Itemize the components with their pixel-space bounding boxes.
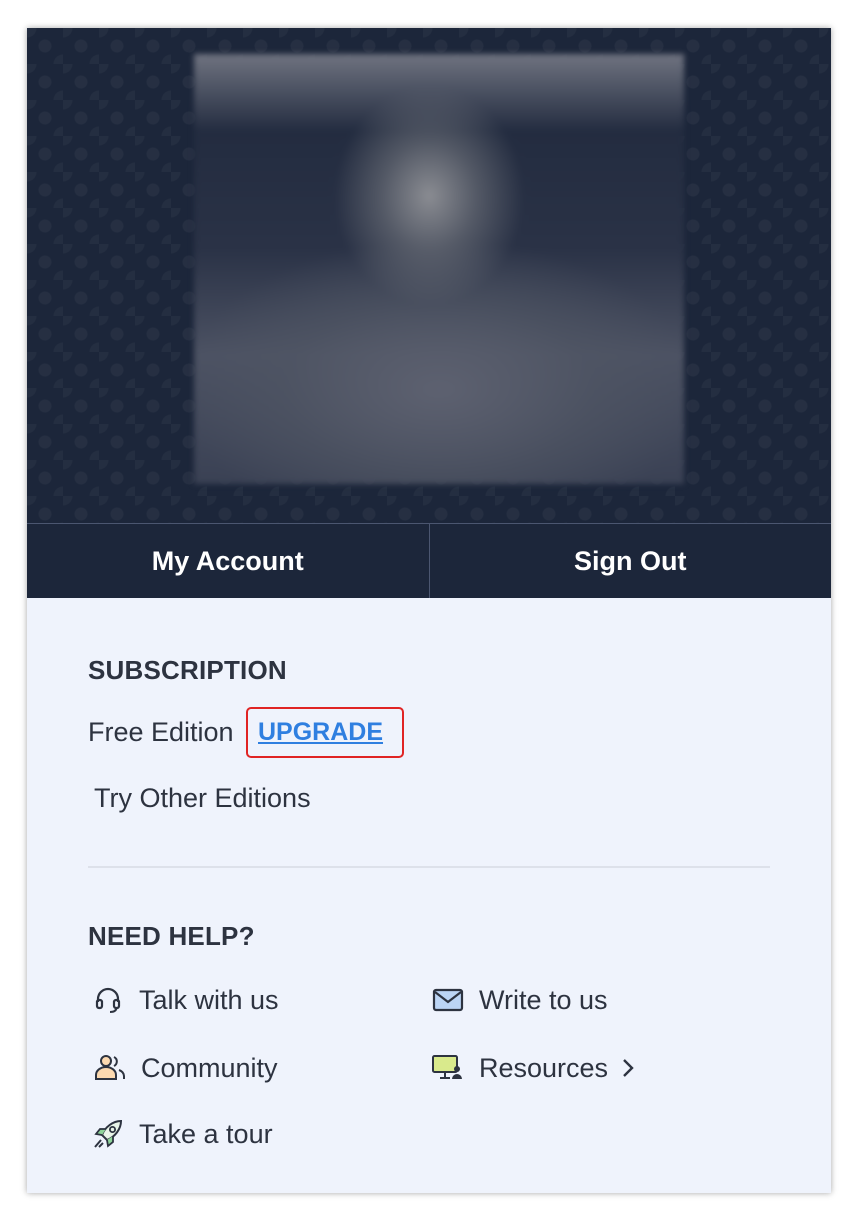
subscription-heading: SUBSCRIPTION [88, 655, 287, 685]
talk-with-us-label: Talk with us [139, 984, 279, 1015]
mail-icon [431, 983, 465, 1017]
take-a-tour-label: Take a tour [139, 1118, 273, 1149]
profile-header [27, 28, 831, 523]
resources-label: Resources [479, 1052, 609, 1083]
divider [88, 866, 770, 868]
take-a-tour-link[interactable]: Take a tour [91, 1117, 273, 1151]
profile-photo [194, 54, 684, 484]
sign-out-button[interactable]: Sign Out [428, 524, 832, 598]
community-label: Community [141, 1052, 278, 1083]
upgrade-link[interactable]: UPGRADE [258, 718, 383, 747]
rocket-icon [91, 1117, 125, 1151]
try-other-editions-link[interactable]: Try Other Editions [94, 783, 311, 814]
talk-with-us-link[interactable]: Talk with us [91, 983, 279, 1017]
edition-label: Free Edition [88, 717, 234, 747]
headset-icon [91, 983, 125, 1017]
write-to-us-link[interactable]: Write to us [431, 983, 608, 1017]
monitor-user-icon [431, 1051, 465, 1085]
resources-link[interactable]: Resources [431, 1051, 634, 1085]
account-actions: My Account Sign Out [27, 523, 831, 598]
need-help-heading: NEED HELP? [88, 921, 255, 951]
write-to-us-label: Write to us [479, 984, 608, 1015]
community-link[interactable]: Community [93, 1051, 278, 1085]
my-account-button[interactable]: My Account [27, 524, 429, 598]
users-icon [93, 1051, 127, 1085]
chevron-right-icon [622, 1058, 634, 1078]
profile-panel: My Account Sign Out SUBSCRIPTION Free Ed… [27, 28, 831, 1193]
